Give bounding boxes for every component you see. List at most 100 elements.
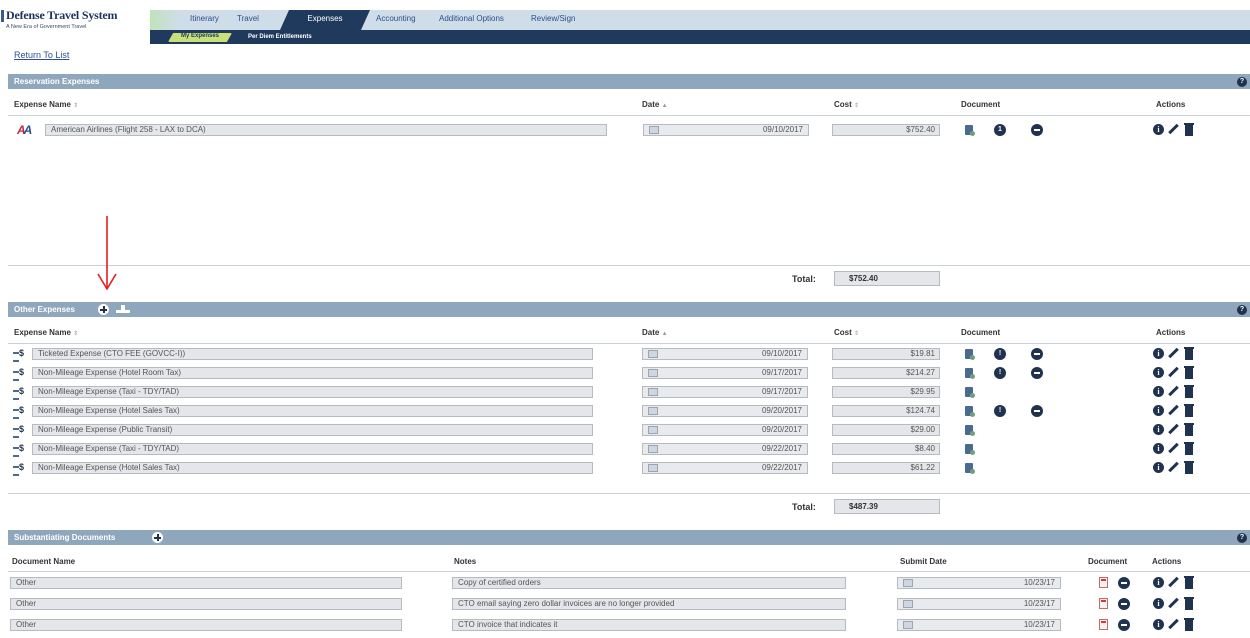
info-icon[interactable]: i — [1153, 348, 1164, 359]
add-expense-plus-icon[interactable] — [98, 304, 109, 315]
calendar-icon[interactable] — [903, 621, 913, 629]
edit-pencil-icon[interactable] — [1168, 443, 1179, 454]
expense-name-field[interactable]: Non-Mileage Expense (Hotel Room Tax) — [32, 367, 593, 379]
tab-review-sign[interactable]: Review/Sign — [531, 14, 575, 23]
cost-field[interactable]: $8.40 — [832, 443, 940, 455]
edit-pencil-icon[interactable] — [1168, 577, 1179, 588]
add-document-plus-icon[interactable] — [152, 532, 163, 543]
cost-field[interactable]: $124.74 — [832, 405, 940, 417]
date-field[interactable]: 09/20/2017 — [642, 424, 808, 436]
date-field[interactable]: 09/10/2017 — [643, 124, 809, 136]
document-attach-icon[interactable] — [965, 125, 975, 136]
pdf-document-icon[interactable] — [1099, 619, 1108, 630]
remove-document-icon[interactable] — [1031, 348, 1043, 360]
col-cost[interactable]: Cost ⇕ — [834, 328, 859, 337]
delete-trash-icon[interactable] — [1184, 423, 1194, 436]
cost-field[interactable]: $29.00 — [832, 424, 940, 436]
expense-name-field[interactable]: Non-Mileage Expense (Hotel Sales Tax) — [32, 405, 593, 417]
col-cost[interactable]: Cost ⇕ — [834, 100, 859, 109]
delete-trash-icon[interactable] — [1184, 347, 1194, 360]
info-icon[interactable]: i — [1153, 405, 1164, 416]
info-icon[interactable]: i — [1153, 462, 1164, 473]
document-name-field[interactable]: Other — [10, 619, 402, 631]
calendar-icon[interactable] — [648, 407, 658, 415]
expense-name-field[interactable]: Non-Mileage Expense (Taxi - TDY/TAD) — [32, 386, 593, 398]
document-attach-icon[interactable] — [965, 387, 975, 398]
document-attach-icon[interactable] — [965, 444, 975, 455]
col-expense-name[interactable]: Expense Name ⇕ — [14, 328, 78, 337]
cost-field[interactable]: $19.81 — [832, 348, 940, 360]
col-date[interactable]: Date ▲ — [642, 328, 668, 337]
delete-trash-icon[interactable] — [1184, 442, 1194, 455]
info-icon[interactable]: i — [1153, 124, 1164, 135]
document-attach-icon[interactable] — [965, 463, 975, 474]
expense-name-field[interactable]: Non-Mileage Expense (Public Transit) — [32, 424, 593, 436]
document-attach-icon[interactable] — [965, 349, 975, 360]
edit-pencil-icon[interactable] — [1168, 405, 1179, 416]
notes-field[interactable]: CTO email saying zero dollar invoices ar… — [452, 598, 846, 610]
calendar-icon[interactable] — [648, 369, 658, 377]
help-icon[interactable]: ? — [1237, 533, 1247, 543]
edit-pencil-icon[interactable] — [1168, 424, 1179, 435]
help-icon[interactable]: ? — [1237, 305, 1247, 315]
date-field[interactable]: 09/17/2017 — [642, 386, 808, 398]
delete-trash-icon[interactable] — [1184, 404, 1194, 417]
document-count-badge[interactable]: 1 — [994, 124, 1006, 136]
tab-itinerary[interactable]: Itinerary — [190, 14, 219, 23]
calendar-icon[interactable] — [648, 464, 658, 472]
subtab-my-expenses[interactable]: My Expenses — [170, 33, 230, 39]
document-attach-icon[interactable] — [965, 368, 975, 379]
calendar-icon[interactable] — [649, 126, 659, 134]
edit-pencil-icon[interactable] — [1168, 124, 1179, 135]
edit-pencil-icon[interactable] — [1168, 386, 1179, 397]
document-badge-icon[interactable]: ! — [994, 348, 1006, 360]
edit-pencil-icon[interactable] — [1168, 367, 1179, 378]
tab-accounting[interactable]: Accounting — [376, 14, 416, 23]
delete-trash-icon[interactable] — [1184, 618, 1194, 631]
return-to-list-link[interactable]: Return To List — [14, 50, 69, 60]
expense-name-field[interactable]: Non-Mileage Expense (Taxi - TDY/TAD) — [32, 443, 593, 455]
remove-document-icon[interactable] — [1118, 598, 1130, 610]
tab-travel[interactable]: Travel — [237, 14, 259, 23]
pdf-document-icon[interactable] — [1099, 598, 1108, 609]
calendar-icon[interactable] — [903, 600, 913, 608]
info-icon[interactable]: i — [1153, 598, 1164, 609]
document-attach-icon[interactable] — [965, 406, 975, 417]
cost-field[interactable]: $752.40 — [832, 124, 940, 136]
cost-field[interactable]: $29.95 — [832, 386, 940, 398]
remove-document-icon[interactable] — [1118, 577, 1130, 589]
date-field[interactable]: 09/17/2017 — [642, 367, 808, 379]
calendar-icon[interactable] — [648, 350, 658, 358]
info-icon[interactable]: i — [1153, 367, 1164, 378]
notes-field[interactable]: CTO invoice that indicates it — [452, 619, 846, 631]
tab-additional-options[interactable]: Additional Options — [439, 14, 504, 23]
document-name-field[interactable]: Other — [10, 598, 402, 610]
expense-name-field[interactable]: American Airlines (Flight 258 - LAX to D… — [45, 124, 607, 136]
submit-date-field[interactable]: 10/23/17 — [897, 619, 1061, 631]
subtab-per-diem[interactable]: Per Diem Entitlements — [248, 34, 312, 40]
cost-field[interactable]: $214.27 — [832, 367, 940, 379]
info-icon[interactable]: i — [1153, 424, 1164, 435]
pdf-document-icon[interactable] — [1099, 577, 1108, 588]
document-badge-icon[interactable]: ! — [994, 405, 1006, 417]
delete-trash-icon[interactable] — [1184, 123, 1194, 136]
edit-pencil-icon[interactable] — [1168, 598, 1179, 609]
date-field[interactable]: 09/20/2017 — [642, 405, 808, 417]
tab-expenses[interactable]: Expenses — [290, 14, 360, 23]
submit-date-field[interactable]: 10/23/17 — [897, 598, 1061, 610]
edit-pencil-icon[interactable] — [1168, 619, 1179, 630]
submit-date-field[interactable]: 10/23/17 — [897, 577, 1061, 589]
edit-pencil-icon[interactable] — [1168, 462, 1179, 473]
document-attach-icon[interactable] — [965, 425, 975, 436]
delete-trash-icon[interactable] — [1184, 366, 1194, 379]
edit-pencil-icon[interactable] — [1168, 348, 1179, 359]
delete-trash-icon[interactable] — [1184, 576, 1194, 589]
delete-trash-icon[interactable] — [1184, 461, 1194, 474]
date-field[interactable]: 09/10/2017 — [642, 348, 808, 360]
remove-document-icon[interactable] — [1031, 124, 1043, 136]
cost-field[interactable]: $61.22 — [832, 462, 940, 474]
document-badge-icon[interactable]: ! — [994, 367, 1006, 379]
date-field[interactable]: 09/22/2017 — [642, 443, 808, 455]
info-icon[interactable]: i — [1153, 443, 1164, 454]
expense-name-field[interactable]: Ticketed Expense (CTO FEE (GOVCC-I)) — [32, 348, 593, 360]
